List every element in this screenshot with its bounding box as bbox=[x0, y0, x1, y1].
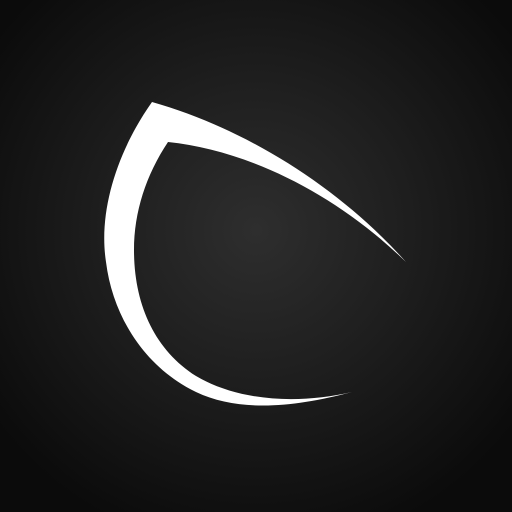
crescent-mark bbox=[104, 102, 406, 406]
crescent-eye-logo-icon bbox=[104, 102, 406, 406]
app-icon-canvas bbox=[0, 0, 512, 512]
